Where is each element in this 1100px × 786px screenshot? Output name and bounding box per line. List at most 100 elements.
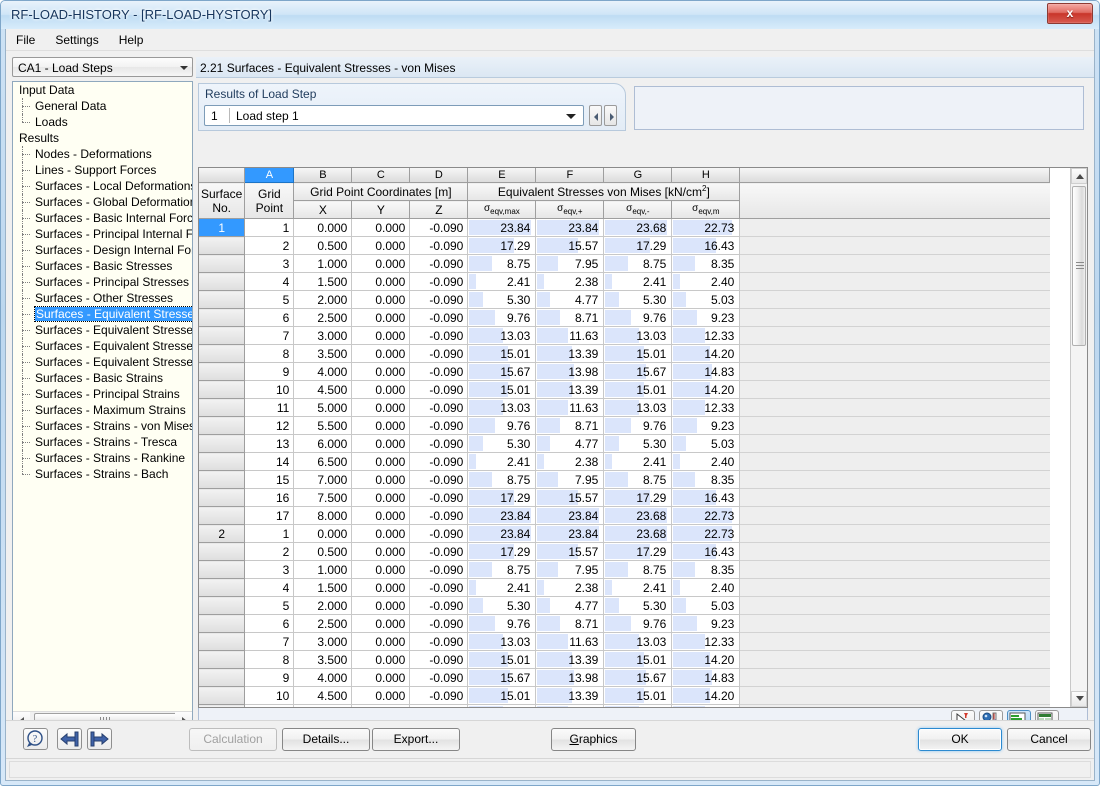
- cell-point[interactable]: 1: [245, 525, 294, 543]
- table-row[interactable]: 146.5000.000-0.0902.412.382.412.40: [199, 453, 1050, 471]
- cell-stress-3[interactable]: 14.20: [672, 687, 740, 705]
- table-row[interactable]: 94.0000.000-0.09015.6713.9815.6714.83: [199, 363, 1050, 381]
- row-header-surface-no[interactable]: 1: [199, 219, 245, 237]
- cell-stress-3[interactable]: 16.43: [672, 489, 740, 507]
- cell-stress-2[interactable]: 13.03: [604, 327, 672, 345]
- table-row[interactable]: 31.0000.000-0.0908.757.958.758.35: [199, 561, 1050, 579]
- cell-x[interactable]: 3.000: [294, 633, 352, 651]
- cell-stress-2[interactable]: 23.68: [604, 219, 672, 237]
- calculation-button[interactable]: Calculation: [189, 728, 277, 751]
- menu-help[interactable]: Help: [109, 29, 154, 51]
- cell-z[interactable]: -0.090: [410, 561, 468, 579]
- table-row[interactable]: 31.0000.000-0.0908.757.958.758.35: [199, 255, 1050, 273]
- sidebar-item-surfaces-principal-strains[interactable]: Surfaces - Principal Strains: [13, 386, 192, 402]
- cell-x[interactable]: 0.500: [294, 237, 352, 255]
- cell-z[interactable]: -0.090: [410, 489, 468, 507]
- row-header-surface-no[interactable]: [199, 417, 245, 435]
- cell-x[interactable]: 3.000: [294, 327, 352, 345]
- cell-y[interactable]: 0.000: [352, 363, 410, 381]
- cell-stress-1[interactable]: 2.38: [536, 579, 604, 597]
- column-header-C[interactable]: C: [352, 168, 410, 183]
- cell-stress-2[interactable]: 15.67: [604, 669, 672, 687]
- cell-z[interactable]: -0.090: [410, 363, 468, 381]
- cell-stress-3[interactable]: 5.03: [672, 291, 740, 309]
- row-header-surface-no[interactable]: [199, 237, 245, 255]
- sidebar-item-surfaces-local-deformations[interactable]: Surfaces - Local Deformations: [13, 178, 192, 194]
- cell-stress-3[interactable]: 14.20: [672, 381, 740, 399]
- cell-x[interactable]: 2.500: [294, 309, 352, 327]
- cell-stress-2[interactable]: 5.30: [604, 291, 672, 309]
- row-header-surface-no[interactable]: [199, 597, 245, 615]
- sidebar-item-surfaces-strains-von-mises[interactable]: Surfaces - Strains - von Mises: [13, 418, 192, 434]
- cell-point[interactable]: 9: [245, 669, 294, 687]
- cell-z[interactable]: -0.090: [410, 291, 468, 309]
- cell-stress-1[interactable]: 23.84: [536, 525, 604, 543]
- cell-stress-2[interactable]: 8.75: [604, 471, 672, 489]
- module-selector-combo[interactable]: CA1 - Load Steps: [12, 57, 193, 77]
- cell-stress-0[interactable]: 2.41: [468, 453, 536, 471]
- cell-x[interactable]: 1.500: [294, 579, 352, 597]
- cell-stress-3[interactable]: 9.23: [672, 615, 740, 633]
- cell-point[interactable]: 7: [245, 327, 294, 345]
- cell-point[interactable]: 7: [245, 633, 294, 651]
- cell-stress-3[interactable]: 9.23: [672, 417, 740, 435]
- cell-stress-1[interactable]: 8.71: [536, 417, 604, 435]
- cell-point[interactable]: 1: [245, 219, 294, 237]
- row-header-surface-no[interactable]: [199, 291, 245, 309]
- table-row[interactable]: 62.5000.000-0.0909.768.719.769.23: [199, 615, 1050, 633]
- row-header-surface-no[interactable]: [199, 273, 245, 291]
- cell-stress-1[interactable]: 7.95: [536, 471, 604, 489]
- ok-button[interactable]: OK: [918, 728, 1002, 751]
- table-row[interactable]: 110.0000.000-0.09023.8423.8423.6822.73: [199, 219, 1050, 237]
- cell-stress-0[interactable]: 15.01: [468, 687, 536, 705]
- cell-x[interactable]: 6.500: [294, 453, 352, 471]
- cell-point[interactable]: 10: [245, 687, 294, 705]
- cell-stress-2[interactable]: 17.29: [604, 237, 672, 255]
- cell-point[interactable]: 8: [245, 345, 294, 363]
- table-vertical-scrollbar[interactable]: [1070, 168, 1087, 707]
- cell-x[interactable]: 5.000: [294, 399, 352, 417]
- table-row[interactable]: 62.5000.000-0.0909.768.719.769.23: [199, 309, 1050, 327]
- cell-stress-0[interactable]: 15.67: [468, 669, 536, 687]
- cell-stress-0[interactable]: 17.29: [468, 237, 536, 255]
- cell-point[interactable]: 2: [245, 237, 294, 255]
- cell-stress-0[interactable]: 23.84: [468, 507, 536, 525]
- sidebar-item-surfaces-strains-bach[interactable]: Surfaces - Strains - Bach: [13, 466, 192, 482]
- table-row[interactable]: 167.5000.000-0.09017.2915.5717.2916.43: [199, 489, 1050, 507]
- cell-stress-1[interactable]: 13.98: [536, 669, 604, 687]
- cell-stress-1[interactable]: 13.98: [536, 363, 604, 381]
- cell-stress-0[interactable]: 13.03: [468, 399, 536, 417]
- cell-stress-3[interactable]: 22.73: [672, 219, 740, 237]
- cell-stress-2[interactable]: 9.76: [604, 309, 672, 327]
- results-table-container[interactable]: ABCDEFGHSurfaceNo.GridPointGrid Point Co…: [198, 167, 1088, 708]
- row-header-surface-no[interactable]: [199, 669, 245, 687]
- column-header-E[interactable]: E: [468, 168, 536, 183]
- row-header-surface-no[interactable]: [199, 687, 245, 705]
- cell-stress-0[interactable]: 15.01: [468, 651, 536, 669]
- cell-z[interactable]: -0.090: [410, 669, 468, 687]
- cell-stress-3[interactable]: 14.20: [672, 651, 740, 669]
- sidebar-item-input-data[interactable]: Input Data: [13, 82, 192, 98]
- cell-y[interactable]: 0.000: [352, 507, 410, 525]
- table-row[interactable]: 115.0000.000-0.09013.0311.6313.0312.33: [199, 399, 1050, 417]
- cell-x[interactable]: 2.000: [294, 291, 352, 309]
- cell-x[interactable]: 4.500: [294, 381, 352, 399]
- cell-x[interactable]: 5.500: [294, 417, 352, 435]
- sidebar-item-surfaces-other-stresses[interactable]: Surfaces - Other Stresses: [13, 290, 192, 306]
- sidebar-item-surfaces-design-internal-forces[interactable]: Surfaces - Design Internal Forces: [13, 242, 192, 258]
- cell-x[interactable]: 4.000: [294, 363, 352, 381]
- cell-stress-0[interactable]: 9.76: [468, 309, 536, 327]
- cell-stress-1[interactable]: 7.95: [536, 255, 604, 273]
- cell-point[interactable]: 13: [245, 435, 294, 453]
- cell-stress-2[interactable]: 15.67: [604, 363, 672, 381]
- cell-stress-3[interactable]: 16.43: [672, 543, 740, 561]
- column-header-D[interactable]: D: [410, 168, 468, 183]
- column-header-H[interactable]: H: [672, 168, 740, 183]
- cell-stress-3[interactable]: 8.35: [672, 561, 740, 579]
- sidebar-item-surfaces-equivalent-stresses[interactable]: Surfaces - Equivalent Stresses: [13, 322, 192, 338]
- sidebar-item-surfaces-basic-internal-forces[interactable]: Surfaces - Basic Internal Forces: [13, 210, 192, 226]
- cell-y[interactable]: 0.000: [352, 471, 410, 489]
- graphics-button[interactable]: Graphics: [551, 728, 636, 751]
- cell-point[interactable]: 16: [245, 489, 294, 507]
- row-header-surface-no[interactable]: [199, 633, 245, 651]
